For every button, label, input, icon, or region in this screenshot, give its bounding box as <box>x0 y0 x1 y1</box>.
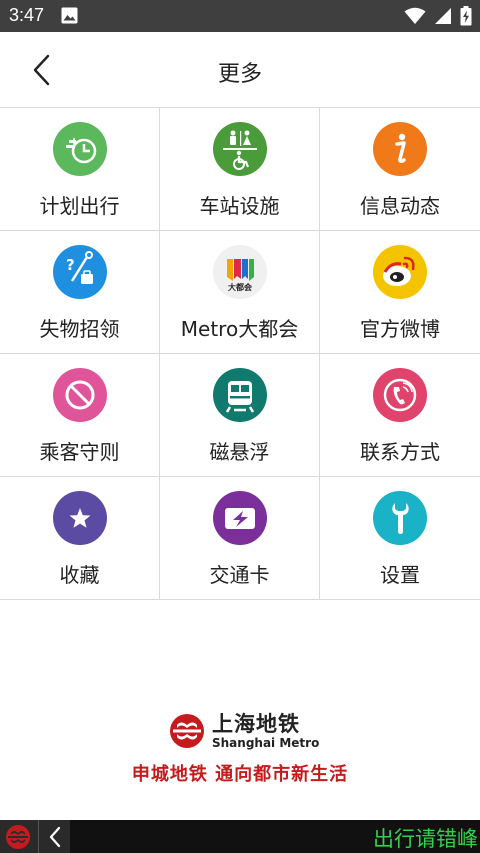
tile-label: 计划出行 <box>39 194 120 218</box>
tile-label: 联系方式 <box>360 440 440 464</box>
transport-card-icon <box>213 491 267 545</box>
tile-metro-app[interactable]: 大都会 Metro大都会 <box>160 231 320 354</box>
page-title: 更多 <box>217 62 262 87</box>
tile-label: 信息动态 <box>360 194 440 218</box>
grid-row: 计划出行 车站设施 信息动态 <box>0 108 480 231</box>
grid-row: 收藏 交通卡 设置 <box>0 477 480 600</box>
wrench-icon <box>373 491 427 545</box>
brand-name: 上海地铁 Shanghai Metro <box>212 712 319 750</box>
tile-settings[interactable]: 设置 <box>320 477 480 600</box>
brand-slogan: 申城地铁 通向都市新生活 <box>131 764 349 785</box>
tile-transport-card[interactable]: 交通卡 <box>160 477 320 600</box>
status-time: 3:47 <box>9 5 45 25</box>
tile-maglev[interactable]: 磁悬浮 <box>160 354 320 477</box>
lost-found-icon: ? <box>53 245 107 299</box>
metro-app-badge-text: 大都会 <box>228 282 252 292</box>
bottom-bar: 出行请错峰 <box>0 820 480 853</box>
maglev-train-icon <box>213 368 267 422</box>
tile-label: Metro大都会 <box>180 317 299 341</box>
brand-area: 上海地铁 Shanghai Metro 申城地铁 通向都市新生活 <box>0 712 480 792</box>
star-icon <box>53 491 107 545</box>
tile-label: 设置 <box>380 563 420 587</box>
wifi-icon <box>404 7 426 24</box>
shanghai-metro-logo-icon <box>170 714 204 748</box>
grid-row: 乘客守则 磁悬浮 联系方式 <box>0 354 480 477</box>
tile-label: 收藏 <box>59 563 100 587</box>
phone-icon <box>373 368 427 422</box>
tile-passenger-rules[interactable]: 乘客守则 <box>0 354 160 477</box>
tile-station-facilities[interactable]: 车站设施 <box>160 108 320 231</box>
brand-name-cn: 上海地铁 <box>212 712 300 736</box>
header: 更多 <box>0 32 480 108</box>
tile-favorites[interactable]: 收藏 <box>0 477 160 600</box>
tile-label: 磁悬浮 <box>209 440 270 464</box>
tile-plan-trip[interactable]: 计划出行 <box>0 108 160 231</box>
tile-info-news[interactable]: 信息动态 <box>320 108 480 231</box>
divider <box>38 820 39 853</box>
brand-name-en: Shanghai Metro <box>212 736 320 750</box>
status-icons <box>404 6 472 26</box>
tile-weibo[interactable]: 官方微博 <box>320 231 480 354</box>
plan-trip-icon <box>53 122 107 176</box>
status-bar: 3:47 <box>0 0 480 32</box>
prohibited-icon <box>53 368 107 422</box>
marquee-text: 出行请错峰 <box>373 827 478 851</box>
tile-label: 失物招领 <box>39 317 120 341</box>
station-facilities-icon <box>213 122 267 176</box>
metro-logo-icon[interactable] <box>4 823 32 851</box>
weibo-icon <box>373 245 427 299</box>
chevron-left-icon[interactable] <box>44 824 66 850</box>
metro-app-icon: 大都会 <box>213 245 267 299</box>
feature-grid: 计划出行 车站设施 信息动态 ? 失物招领 大都会 Metro大都会 官方微博 … <box>0 108 480 600</box>
battery-icon <box>460 6 472 26</box>
grid-row: ? 失物招领 大都会 Metro大都会 官方微博 <box>0 231 480 354</box>
brand-logo-row: 上海地铁 Shanghai Metro <box>168 712 319 750</box>
tile-label: 乘客守则 <box>39 440 120 464</box>
tile-label: 车站设施 <box>199 194 280 218</box>
svg-text:?: ? <box>66 256 75 274</box>
tile-contact[interactable]: 联系方式 <box>320 354 480 477</box>
tile-label: 官方微博 <box>360 317 440 341</box>
tile-label: 交通卡 <box>209 563 270 587</box>
tile-lost-found[interactable]: ? 失物招领 <box>0 231 160 354</box>
signal-icon <box>435 8 451 24</box>
image-icon <box>61 7 78 24</box>
info-icon <box>373 122 427 176</box>
marquee-track: 出行请错峰 <box>70 820 480 853</box>
